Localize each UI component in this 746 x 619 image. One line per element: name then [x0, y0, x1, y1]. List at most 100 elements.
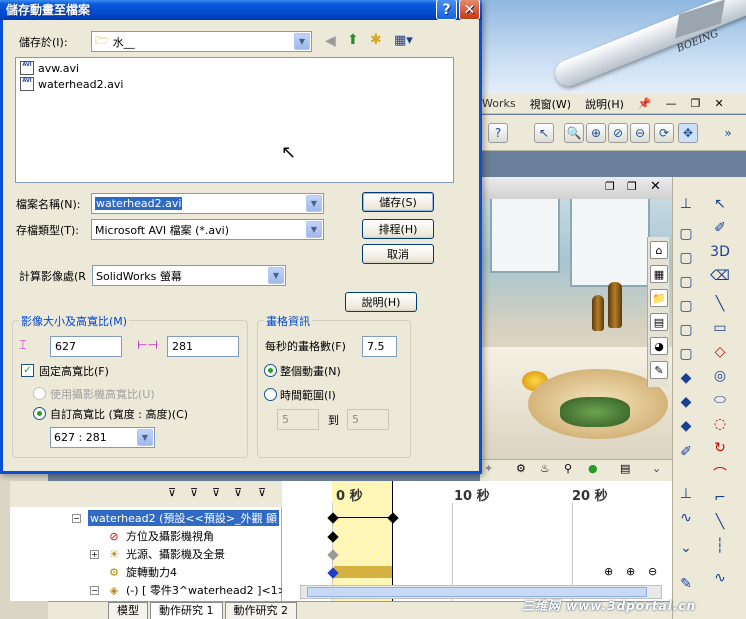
centerline-icon[interactable]: ┆	[709, 535, 731, 557]
back-view-icon[interactable]: ▢	[675, 247, 697, 269]
curve-icon[interactable]: ∿	[675, 507, 697, 529]
expand-panel-icon[interactable]: ⌄	[652, 462, 661, 475]
tree-row-assembly[interactable]: ⊞ waterhead2 (預設<<預設>_外觀 顯	[88, 509, 280, 527]
fixed-aspect-checkbox[interactable]: ✓	[21, 364, 34, 377]
pan-icon[interactable]: ✥	[678, 123, 698, 143]
contact-icon[interactable]: ⚲	[564, 462, 572, 475]
renderer-select[interactable]: SolidWorks 螢幕 ▼	[92, 265, 286, 286]
custom-properties-icon[interactable]: ✎	[650, 361, 668, 379]
pin-icon[interactable]: 📌	[638, 97, 652, 110]
zoom-selection-icon[interactable]: ⊖	[630, 123, 650, 143]
tree-row-lights[interactable]: ☀ 光源、攝影機及全景	[106, 545, 225, 563]
back-icon[interactable]: ◀	[325, 33, 336, 49]
front-view-icon[interactable]: ▢	[675, 223, 697, 245]
collapse-toggle[interactable]: −	[72, 514, 81, 523]
up-folder-icon[interactable]: ⬆	[347, 32, 359, 48]
view-palette-icon[interactable]: ▤	[650, 313, 668, 331]
close-icon[interactable]: ✕	[715, 97, 724, 110]
spring-icon[interactable]: ♨	[540, 462, 550, 475]
timeline[interactable]: 0 秒 10 秒 20 秒 ⊕ ⊕ ⊖	[282, 481, 672, 601]
height-input[interactable]: 281	[167, 336, 239, 357]
new-folder-icon[interactable]: ✱	[370, 32, 382, 48]
cancel-button[interactable]: 取消	[362, 244, 434, 264]
tab-motion-study-2[interactable]: 動作研究 2	[224, 602, 297, 619]
expand-toggle[interactable]: +	[90, 550, 99, 559]
menu-help[interactable]: 說明(H)	[585, 96, 624, 112]
filter-icon[interactable]: ⊽	[168, 486, 176, 499]
sketch-icon[interactable]: ✎	[675, 573, 697, 595]
help-title-button[interactable]: ?	[436, 0, 457, 20]
isometric-view-icon[interactable]: ◆	[675, 367, 697, 389]
file-list[interactable]: AVI avw.avi AVI waterhead2.avi ↖	[15, 57, 454, 183]
file-item[interactable]: AVI waterhead2.avi	[20, 76, 123, 92]
range-to-input[interactable]: 5	[347, 409, 389, 430]
minimize-icon[interactable]: —	[666, 97, 677, 110]
top-view-icon[interactable]: ▢	[675, 319, 697, 341]
time-range-radio[interactable]	[264, 388, 277, 401]
rotate-icon[interactable]: ⟳	[654, 123, 674, 143]
tree-row-motor[interactable]: ⚙ 旋轉動力4	[106, 563, 177, 581]
dimetric-view-icon[interactable]: ◆	[675, 415, 697, 437]
tangent-arc-icon[interactable]: ↻	[709, 437, 731, 459]
chamfer-icon[interactable]: ╲	[709, 511, 731, 533]
fillet-icon[interactable]: ⌐	[709, 487, 731, 509]
appearance-icon[interactable]: ◕	[650, 337, 668, 355]
sketch-3d-icon[interactable]: 3D	[709, 241, 731, 263]
filename-input[interactable]: waterhead2.avi ▼	[91, 193, 324, 214]
gravity-icon[interactable]: ●	[588, 462, 598, 475]
results-icon[interactable]: ▤	[620, 462, 630, 475]
custom-aspect-select[interactable]: 627 : 281 ▼	[50, 427, 155, 448]
three-point-arc-icon[interactable]: ⌒	[709, 463, 731, 485]
design-library-icon[interactable]: ▦	[650, 265, 668, 283]
left-view-icon[interactable]: ▢	[675, 271, 697, 293]
collapse-toggle[interactable]: −	[90, 586, 99, 595]
range-from-input[interactable]: 5	[277, 409, 319, 430]
tree-row-part[interactable]: ◈ (-) [ 零件3^waterhead2 ]<1> (預	[106, 581, 306, 599]
filter-driving-icon[interactable]: ⊽	[212, 486, 220, 499]
smart-dimension-icon[interactable]: ✐	[709, 217, 731, 239]
zoom-in-icon[interactable]: ⊕	[626, 565, 635, 578]
pane-maximize-icon[interactable]: ❐	[627, 180, 637, 193]
line-icon[interactable]: ╲	[709, 293, 731, 315]
rectangle-icon[interactable]: ▭	[709, 317, 731, 339]
zoom-out-icon[interactable]: ⊖	[648, 565, 657, 578]
tab-model[interactable]: 模型	[108, 602, 148, 619]
scrollbar-thumb[interactable]	[307, 587, 647, 597]
help-button[interactable]: 說明(H)	[345, 292, 417, 312]
circle-icon[interactable]: ◎	[709, 365, 731, 387]
filter-results-icon[interactable]: ⊽	[258, 486, 266, 499]
select-icon[interactable]: ↖	[534, 123, 554, 143]
home-icon[interactable]: ⌂	[650, 241, 668, 259]
zoom-area-icon[interactable]: ⊕	[586, 123, 606, 143]
save-in-select[interactable]: 🗁 水__ ▼	[91, 31, 312, 52]
dialog-titlebar[interactable]: 儲存動畫至檔案 ? ✕	[0, 0, 482, 20]
fps-input[interactable]: 7.5	[362, 336, 397, 357]
ellipse-icon[interactable]: ⬭	[709, 389, 731, 411]
pane-restore-icon[interactable]: ❐	[605, 180, 615, 193]
entire-animation-radio[interactable]	[264, 364, 277, 377]
spline-icon[interactable]: ∿	[709, 567, 731, 589]
restore-icon[interactable]: ❐	[691, 97, 701, 110]
filetype-select[interactable]: Microsoft AVI 檔案 (*.avi) ▼	[91, 219, 324, 240]
collapse-icon[interactable]: ⌄	[675, 537, 697, 559]
bottom-view-icon[interactable]: ▢	[675, 343, 697, 365]
zoom-fit-icon[interactable]: 🔍	[564, 123, 584, 143]
filter-animated-icon[interactable]: ⊽	[190, 486, 198, 499]
reference-icon[interactable]: ⊥	[675, 483, 697, 505]
measure-icon[interactable]: ✐	[675, 441, 697, 463]
graphics-viewport[interactable]	[480, 177, 672, 459]
polygon-icon[interactable]: ◇	[709, 341, 731, 363]
close-button[interactable]: ✕	[459, 0, 480, 20]
pane-close-icon[interactable]: ✕	[650, 179, 661, 194]
filter-selected-icon[interactable]: ⊽	[234, 486, 242, 499]
schedule-button[interactable]: 排程(H)	[362, 219, 434, 239]
tree-row-orientation[interactable]: ⊘ 方位及攝影機視角	[106, 527, 214, 545]
tab-motion-study-1[interactable]: 動作研究 1	[150, 602, 223, 619]
menu-window[interactable]: 視窗(W)	[530, 96, 571, 112]
more-icon[interactable]: »	[718, 123, 738, 143]
zoom-in-out-icon[interactable]: ⊘	[608, 123, 628, 143]
add-key-icon[interactable]: ✦	[484, 462, 493, 475]
save-button[interactable]: 儲存(S)	[362, 192, 434, 212]
folder-icon[interactable]: 📁	[650, 289, 668, 307]
motor-icon[interactable]: ⚙	[516, 462, 526, 475]
